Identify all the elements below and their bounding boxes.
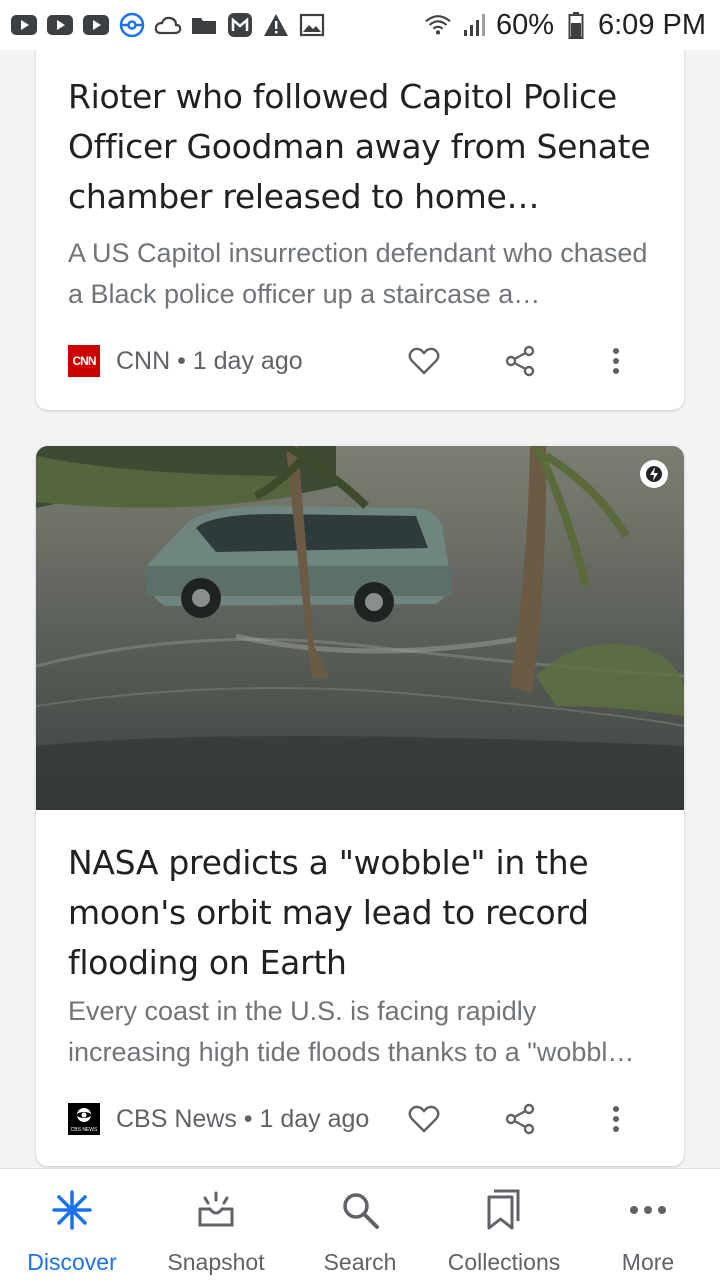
nav-label: Snapshot <box>167 1249 265 1275</box>
nav-search[interactable]: Search <box>288 1169 432 1280</box>
source-logo: CNN <box>68 345 100 377</box>
heart-icon[interactable] <box>404 341 444 381</box>
more-horiz-icon <box>625 1187 671 1233</box>
news-card[interactable]: NASA predicts a "wobble" in the moon's o… <box>36 446 684 1166</box>
mail-icon <box>226 11 254 39</box>
nav-label: More <box>621 1249 675 1275</box>
youtube-icon <box>82 11 110 39</box>
battery-percent: 60% <box>495 8 554 41</box>
source-logo: CBS NEWS <box>68 1103 100 1135</box>
share-icon[interactable] <box>500 341 540 381</box>
battery-icon <box>562 11 590 39</box>
nav-label: Search <box>323 1249 397 1275</box>
status-indicators: 60% 6:09 PM <box>424 9 706 42</box>
signal-icon <box>460 11 488 39</box>
nav-more[interactable]: More <box>576 1169 720 1280</box>
bottom-navigation: Discover Snapshot Search Collections Mor… <box>0 1168 720 1280</box>
amp-lightning-icon <box>640 460 668 488</box>
article-snippet: Every coast in the U.S. is facing rapidl… <box>68 996 635 1067</box>
article-meta: CBS NEWS CBS News • 1 day ago <box>68 1099 664 1139</box>
status-bar: 60% 6:09 PM <box>0 0 720 50</box>
youtube-icon <box>46 11 74 39</box>
clock: 6:09 PM <box>598 8 706 41</box>
cbs-logo-text: CBS NEWS <box>71 1127 98 1133</box>
article-meta: CNN CNN • 1 day ago <box>68 341 664 381</box>
pokeball-icon <box>118 11 146 39</box>
more-vert-icon[interactable] <box>596 341 636 381</box>
image-icon <box>298 11 326 39</box>
asterisk-icon <box>49 1187 95 1233</box>
notification-icons <box>10 11 326 39</box>
source-and-time: CNN • 1 day ago <box>116 346 303 375</box>
nav-discover[interactable]: Discover <box>0 1169 144 1280</box>
wifi-icon <box>424 11 452 39</box>
card-actions <box>404 341 636 381</box>
article-title[interactable]: NASA predicts a "wobble" in the moon's o… <box>68 838 654 988</box>
article-title[interactable]: Rioter who followed Capitol Police Offic… <box>68 72 654 222</box>
article-snippet: A US Capitol insurrection defendant who … <box>68 238 648 309</box>
warning-icon <box>262 11 290 39</box>
nav-collections[interactable]: Collections <box>432 1169 576 1280</box>
nav-label: Discover <box>27 1249 117 1275</box>
more-vert-icon[interactable] <box>596 1099 636 1139</box>
article-image[interactable] <box>36 446 684 810</box>
youtube-icon <box>10 11 38 39</box>
cloud-icon <box>154 11 182 39</box>
heart-icon[interactable] <box>404 1099 444 1139</box>
search-icon <box>337 1187 383 1233</box>
snapshot-icon <box>193 1187 239 1233</box>
source-and-time: CBS News • 1 day ago <box>116 1104 370 1133</box>
card-actions <box>404 1099 636 1139</box>
news-card[interactable]: Rioter who followed Capitol Police Offic… <box>36 40 684 410</box>
nav-snapshot[interactable]: Snapshot <box>144 1169 288 1280</box>
bookmarks-icon <box>481 1187 527 1233</box>
nav-label: Collections <box>447 1249 561 1275</box>
folder-icon <box>190 11 218 39</box>
share-icon[interactable] <box>500 1099 540 1139</box>
flood-scene-image <box>36 446 684 810</box>
